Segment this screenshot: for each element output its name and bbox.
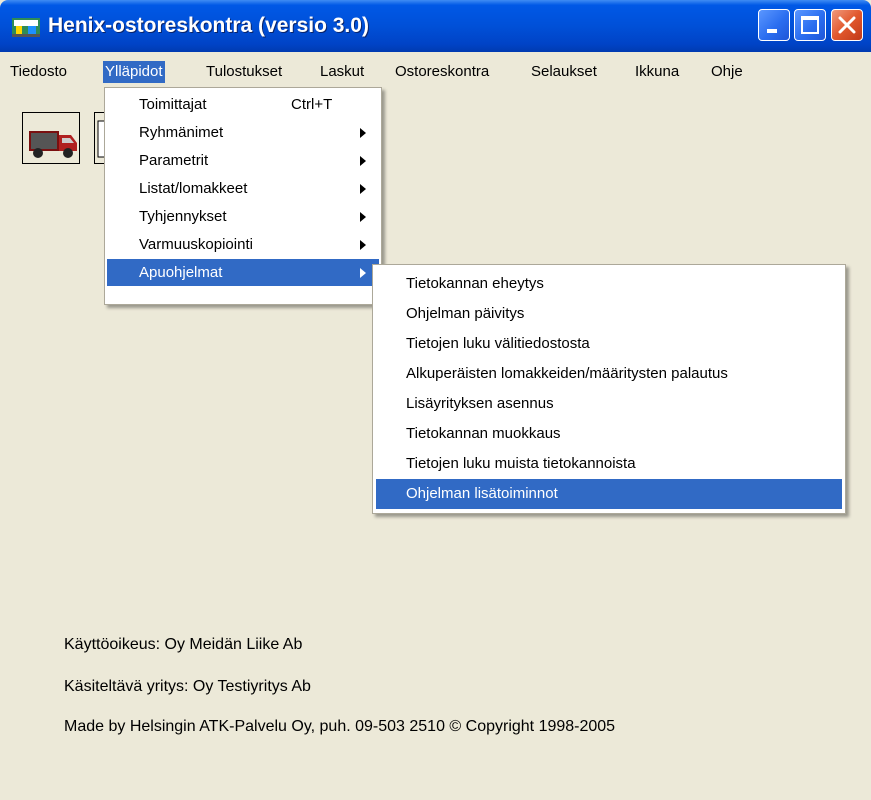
maximize-button[interactable] bbox=[794, 9, 826, 41]
close-button[interactable] bbox=[831, 9, 863, 41]
menu-yll-pidot[interactable]: Ylläpidot bbox=[103, 61, 165, 83]
menu-item-label: Parametrit bbox=[139, 152, 209, 169]
minimize-button[interactable] bbox=[758, 9, 790, 41]
license-text: Käyttöoikeus: Oy Meidän Liike Ab bbox=[64, 636, 303, 653]
menu-item-label: Apuohjelmat bbox=[139, 264, 223, 281]
menu-item-varmuuskopiointi[interactable]: Varmuuskopiointi bbox=[107, 231, 379, 258]
menu-item-tyhjennykset[interactable]: Tyhjennykset bbox=[107, 203, 379, 230]
submenu-arrow-icon bbox=[360, 268, 366, 278]
menu-bar: Tiedosto Ylläpidot Tulostukset Laskut Ostore… bbox=[0, 52, 871, 92]
menu-item-parametrit[interactable]: Parametrit bbox=[107, 147, 379, 174]
submenu-item-label: Alkuperäisten lomakkeiden/määritysten pa… bbox=[406, 365, 728, 382]
app-icon bbox=[10, 12, 42, 40]
menu-item-apuohjelmat[interactable]: Apuohjelmat bbox=[107, 259, 379, 286]
close-icon bbox=[838, 16, 856, 34]
window-title: Henix-ostoreskontra (versio 3.0) bbox=[48, 14, 369, 37]
menu-item-label: Ryhmänimet bbox=[139, 124, 224, 141]
menu-ohje[interactable]: Ohje bbox=[709, 61, 745, 83]
menu-item-shortcut: Ctrl+T bbox=[291, 96, 333, 113]
submenu-item-tietojen-luku-muista-tietokannoista[interactable]: Tietojen luku muista tietokannoista bbox=[376, 449, 842, 479]
menu-tiedosto[interactable]: Tiedosto bbox=[8, 61, 69, 83]
app-window: Henix-ostoreskontra (versio 3.0) Tiedost… bbox=[0, 0, 871, 800]
menu-ostoreskontra[interactable]: Ostoreskontra bbox=[393, 61, 491, 83]
company-text: Käsiteltävä yritys: Oy Testiyritys Ab bbox=[64, 678, 311, 695]
minimize-icon bbox=[767, 29, 777, 33]
yllapidot-dropdown: Toimittajat Ctrl+T Ryhmänimet Parametrit Lis… bbox=[104, 87, 382, 305]
submenu-item-alkuper-isten-lomakkeiden-m-ritysten-palautus[interactable]: Alkuperäisten lomakkeiden/määritysten pa… bbox=[376, 359, 842, 389]
submenu-item-tietokannan-eheytys[interactable]: Tietokannan eheytys bbox=[376, 269, 842, 299]
menu-laskut[interactable]: Laskut bbox=[318, 61, 366, 83]
submenu-item-ohjelman-lis-toiminnot[interactable]: Ohjelman lisätoiminnot bbox=[376, 479, 842, 509]
menu-item-listat-lomakkeet[interactable]: Listat/lomakkeet bbox=[107, 175, 379, 202]
menu-item-label: Varmuuskopiointi bbox=[139, 236, 253, 253]
menu-item-label: Tyhjennykset bbox=[139, 208, 227, 225]
submenu-item-label: Tietokannan eheytys bbox=[406, 275, 544, 292]
submenu-item-label: Tietojen luku muista tietokannoista bbox=[406, 455, 636, 472]
maximize-icon bbox=[801, 16, 819, 34]
submenu-item-label: Ohjelman lisätoiminnot bbox=[406, 485, 558, 502]
submenu-item-tietokannan-muokkaus[interactable]: Tietokannan muokkaus bbox=[376, 419, 842, 449]
copyright-text: Made by Helsingin ATK-Palvelu Oy, puh. 0… bbox=[64, 718, 616, 735]
menu-tulostukset[interactable]: Tulostukset bbox=[204, 61, 284, 83]
submenu-item-label: Tietojen luku välitiedostosta bbox=[406, 335, 590, 352]
menu-item-label: Toimittajat bbox=[139, 96, 207, 113]
menu-item-ryhm-nimet[interactable]: Ryhmänimet bbox=[107, 119, 379, 146]
submenu-item-tietojen-luku-v-litiedostosta[interactable]: Tietojen luku välitiedostosta bbox=[376, 329, 842, 359]
menu-item-toimittajat[interactable]: Toimittajat Ctrl+T bbox=[107, 91, 379, 118]
submenu-item-label: Lisäyrityksen asennus bbox=[406, 395, 554, 412]
truck-icon bbox=[29, 131, 77, 158]
submenu-arrow-icon bbox=[360, 240, 366, 250]
menu-item-label: Listat/lomakkeet bbox=[139, 180, 248, 197]
submenu-item-label: Tietokannan muokkaus bbox=[406, 425, 561, 442]
menu-selaukset[interactable]: Selaukset bbox=[529, 61, 599, 83]
menu-ikkuna[interactable]: Ikkuna bbox=[633, 61, 681, 83]
submenu-item-lis-yrityksen-asennus[interactable]: Lisäyrityksen asennus bbox=[376, 389, 842, 419]
submenu-item-label: Ohjelman päivitys bbox=[406, 305, 525, 322]
toolbar-suppliers-button[interactable] bbox=[22, 112, 80, 164]
submenu-arrow-icon bbox=[360, 128, 366, 138]
apuohjelmat-submenu: Tietokannan eheytys Ohjelman päivitys Tiet… bbox=[372, 264, 846, 514]
submenu-arrow-icon bbox=[360, 212, 366, 222]
title-bar[interactable]: Henix-ostoreskontra (versio 3.0) bbox=[0, 0, 871, 52]
submenu-item-ohjelman-p-ivitys[interactable]: Ohjelman päivitys bbox=[376, 299, 842, 329]
submenu-arrow-icon bbox=[360, 184, 366, 194]
submenu-arrow-icon bbox=[360, 156, 366, 166]
